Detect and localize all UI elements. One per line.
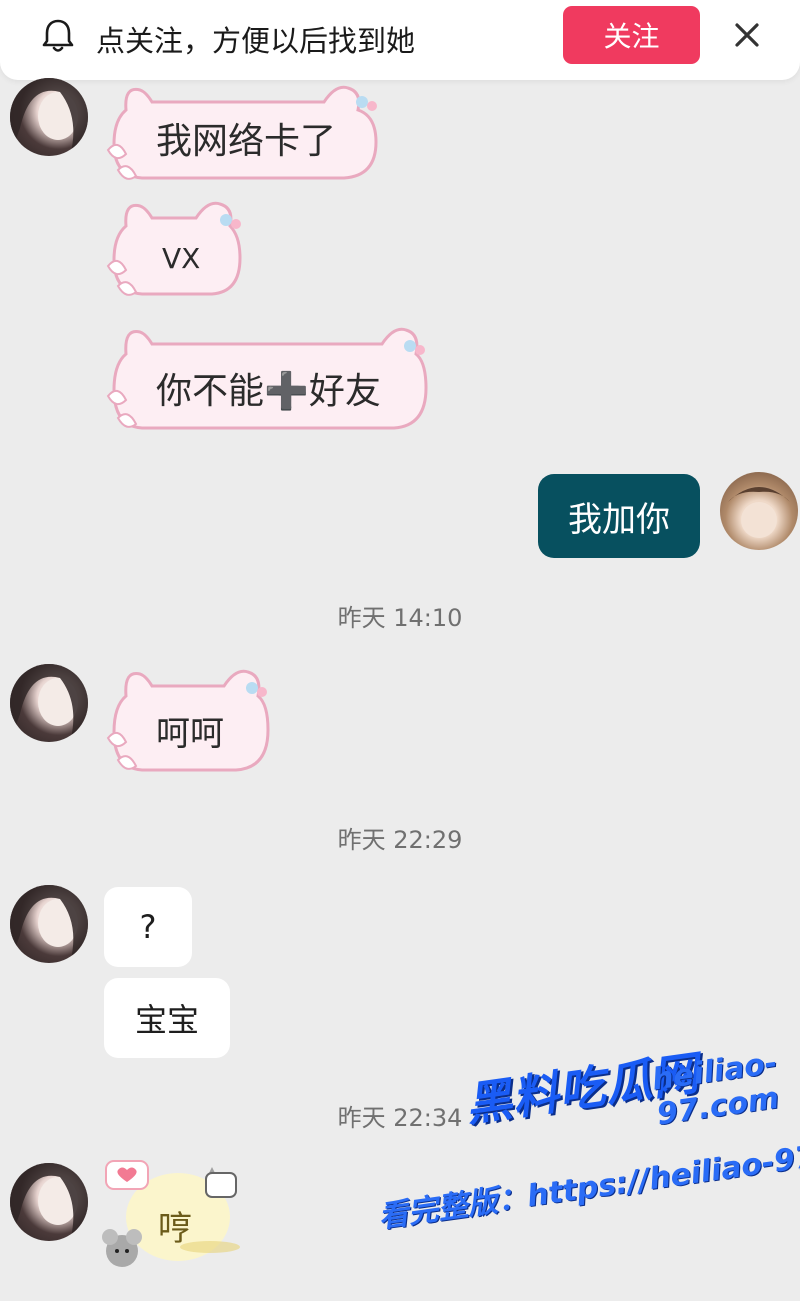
message-bubble[interactable]: 呵呵 [104,664,272,778]
message-text: 呵呵 [156,714,224,754]
message-text: VX [162,242,201,275]
follow-notice-bar: 点关注，方便以后找到她 关注 [0,0,800,80]
follow-button[interactable]: 关注 [563,6,700,64]
message-bubble[interactable]: ? [104,887,192,967]
message-text: 我网络卡了 [156,121,337,162]
bell-icon [38,16,78,56]
message-bubble[interactable]: 你不能➕好友 [104,322,430,436]
follow-notice-text: 点关注，方便以后找到她 [96,24,416,58]
sticker-message[interactable]: 哼 [100,1155,250,1285]
sticker-text: 哼 [158,1209,192,1249]
message-text: 你不能➕好友 [156,371,381,412]
avatar[interactable] [10,1163,88,1241]
my-avatar[interactable] [720,472,798,550]
watermark-link-text: 看完整版：https://heiliao-97.com [376,1127,800,1236]
timestamp: 昨天 22:29 [337,826,463,854]
avatar[interactable] [10,664,88,742]
close-icon[interactable] [730,18,764,52]
watermark: 黑料吃瓜网 heiliao-97.com 看完整版：https://heilia… [350,1022,800,1293]
message-bubble[interactable]: 宝宝 [104,978,230,1058]
avatar[interactable] [10,78,88,156]
timestamp: 昨天 14:10 [337,604,463,632]
my-message-bubble[interactable]: 我加你 [538,474,700,558]
avatar[interactable] [10,885,88,963]
message-bubble[interactable]: VX [104,196,244,302]
message-bubble[interactable]: 我网络卡了 [104,80,380,188]
